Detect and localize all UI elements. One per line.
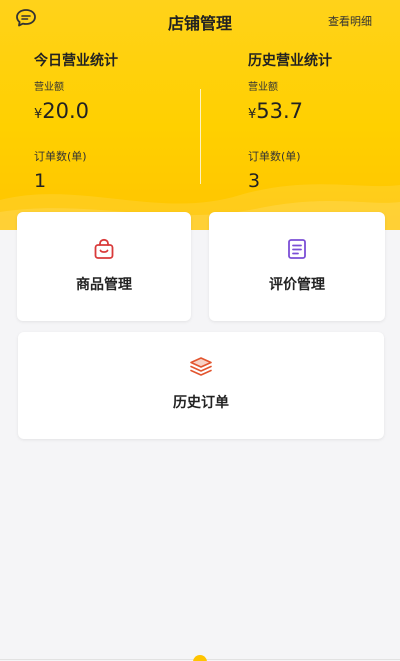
history-revenue-amount: 53.7 [256, 99, 304, 123]
history-stats-title: 历史营业统计 [248, 53, 332, 69]
review-management-label: 评价管理 [269, 277, 325, 293]
view-details-link[interactable]: 查看明细 [328, 13, 372, 29]
today-revenue-amount: 20.0 [42, 99, 90, 123]
history-orders-label: 历史订单 [173, 395, 229, 411]
goods-management-label: 商品管理 [76, 277, 132, 293]
store-management-page: 店铺管理 查看明细 今日营业统计 营业额 ¥20.0 订单数(单) 1 历史营业… [0, 0, 400, 661]
today-revenue-value: ¥20.0 [34, 98, 204, 128]
stats-divider [200, 89, 201, 184]
history-revenue-label: 营业额 [248, 82, 278, 93]
history-stats: 历史营业统计 营业额 ¥53.7 订单数(单) 3 [248, 44, 400, 193]
today-revenue-label: 营业额 [34, 82, 64, 93]
goods-management-card[interactable]: 商品管理 [17, 212, 191, 321]
shopping-bag-icon [91, 236, 117, 262]
stats-section: 今日营业统计 营业额 ¥20.0 订单数(单) 1 历史营业统计 营业额 ¥53… [0, 44, 400, 204]
layers-stack-icon [188, 354, 214, 380]
top-bar: 店铺管理 查看明细 [0, 0, 400, 44]
history-orders-card[interactable]: 历史订单 [18, 332, 384, 439]
bottom-tab-indicator[interactable] [193, 655, 207, 661]
history-orders-label: 订单数(单) [248, 150, 301, 163]
today-orders-value: 1 [34, 170, 47, 192]
history-revenue-value: ¥53.7 [248, 98, 400, 128]
review-management-card[interactable]: 评价管理 [209, 212, 385, 321]
today-stats: 今日营业统计 营业额 ¥20.0 订单数(单) 1 [34, 44, 204, 193]
today-stats-title: 今日营业统计 [34, 53, 118, 69]
history-orders-value: 3 [248, 170, 261, 192]
today-orders-label: 订单数(单) [34, 150, 87, 163]
clipboard-list-icon [284, 236, 310, 262]
